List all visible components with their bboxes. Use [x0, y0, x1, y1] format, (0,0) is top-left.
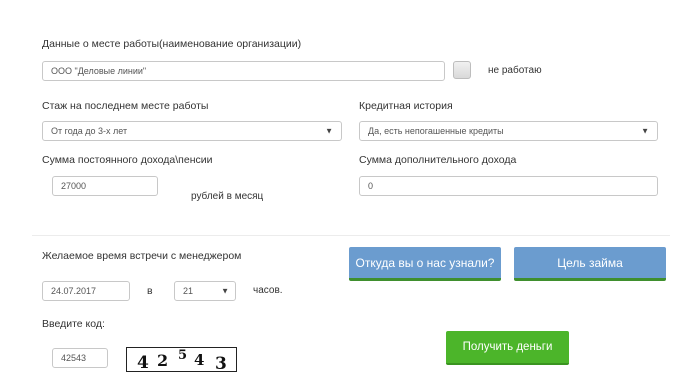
extra-income-label: Сумма дополнительного дохода — [359, 154, 517, 166]
loan-purpose-button[interactable]: Цель займа — [514, 247, 666, 281]
chevron-down-icon: ▼ — [641, 126, 649, 136]
code-input[interactable]: 42543 — [52, 348, 108, 368]
credit-select[interactable]: Да, есть непогашенные кредиты ▼ — [359, 121, 658, 141]
code-input-value: 42543 — [61, 353, 87, 363]
source-button[interactable]: Откуда вы о нас узнали? — [349, 247, 501, 281]
income-input-value: 27000 — [61, 181, 87, 191]
credit-selected: Да, есть непогашенные кредиты — [368, 126, 504, 136]
captcha-char: 4 — [137, 353, 149, 371]
get-money-button[interactable]: Получить деньги — [446, 331, 569, 365]
captcha-char: 3 — [215, 354, 227, 371]
captcha-glyphs: 4 2 5 4 3 — [137, 348, 227, 374]
chevron-down-icon: ▼ — [221, 286, 229, 296]
work-label: Данные о месте работы(наименование орган… — [42, 38, 302, 50]
captcha-char: 4 — [194, 351, 204, 369]
code-label: Введите код: — [42, 318, 105, 330]
meeting-date-value: 24.07.2017 — [51, 286, 97, 296]
extra-income-input[interactable]: 0 — [359, 176, 658, 196]
captcha-char: 5 — [178, 348, 187, 363]
experience-select[interactable]: От года до 3-х лет ▼ — [42, 121, 342, 141]
chevron-down-icon: ▼ — [325, 126, 333, 136]
experience-selected: От года до 3-х лет — [51, 126, 128, 136]
credit-label: Кредитная история — [359, 100, 453, 112]
income-input[interactable]: 27000 — [52, 176, 158, 196]
experience-label: Стаж на последнем месте работы — [42, 100, 209, 112]
meeting-hour-select[interactable]: 21 ▼ — [174, 281, 236, 301]
meeting-hour-selected: 21 — [183, 286, 194, 296]
unemployed-label: не работаю — [488, 65, 542, 76]
work-input[interactable]: ООО "Деловые линии" — [42, 61, 445, 81]
section-divider — [32, 235, 670, 236]
meeting-at-label: в — [147, 285, 153, 297]
captcha-char: 2 — [157, 351, 168, 370]
meeting-label: Желаемое время встречи с менеджером — [42, 250, 242, 262]
extra-income-input-value: 0 — [368, 181, 374, 191]
work-input-value: ООО "Деловые линии" — [51, 66, 147, 76]
meeting-date-input[interactable]: 24.07.2017 — [42, 281, 130, 301]
income-unit: рублей в месяц — [191, 191, 264, 202]
captcha-image: 4 2 5 4 3 — [126, 347, 237, 374]
unemployed-checkbox[interactable] — [453, 61, 471, 79]
income-label: Сумма постоянного дохода\пенсии — [42, 154, 213, 166]
hours-label: часов. — [253, 285, 283, 296]
